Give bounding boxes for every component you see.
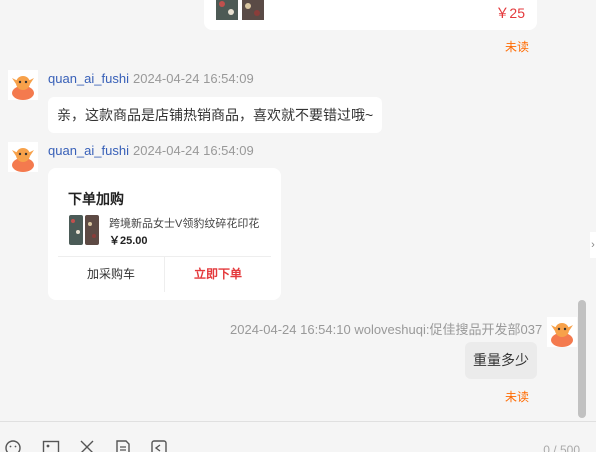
- product-price: ￥25.00: [109, 235, 148, 247]
- add-to-cart-button[interactable]: 加采购车: [58, 257, 164, 292]
- chevron-right-icon[interactable]: ›: [590, 232, 596, 258]
- order-card: 下单加购 跨境新品女士V领豹纹碎花印花 ￥25.00 加采购车 立即下单: [48, 168, 281, 300]
- message-meta: 2024-04-24 16:54:10 woloveshuqi:促佳搜品开发部0…: [230, 322, 543, 337]
- composer-toolbar: 0 / 500: [0, 421, 596, 452]
- product-thumbnail: [216, 0, 264, 20]
- history-icon[interactable]: [150, 439, 168, 452]
- message-time: 2024-04-24 16:54:09: [133, 143, 254, 158]
- buy-now-button[interactable]: 立即下单: [165, 257, 271, 292]
- unread-status: 未读: [505, 40, 530, 54]
- product-card-top[interactable]: ￥25: [204, 0, 537, 30]
- message-time: 2024-04-24 16:54:09: [133, 71, 254, 86]
- scissors-icon[interactable]: [78, 439, 96, 452]
- unread-status: 未读: [505, 390, 530, 404]
- shop-avatar[interactable]: [8, 70, 38, 100]
- shop-avatar[interactable]: [8, 142, 38, 172]
- message-bubble: 亲，这款商品是店铺热销商品，喜欢就不要错过哦~: [48, 97, 383, 133]
- char-counter: 0 / 500: [543, 443, 580, 452]
- product-name[interactable]: 跨境新品女士V领豹纹碎花印花: [109, 215, 259, 231]
- message-bubble-self: 重量多少: [465, 342, 537, 379]
- product-price: ￥25: [495, 5, 525, 21]
- user-avatar[interactable]: [547, 317, 577, 347]
- order-card-title: 下单加购: [68, 191, 124, 207]
- sender-name[interactable]: quan_ai_fushi: [48, 71, 129, 86]
- sender-name[interactable]: quan_ai_fushi: [48, 143, 129, 158]
- product-image[interactable]: [68, 214, 100, 246]
- image-icon[interactable]: [42, 439, 60, 452]
- scrollbar[interactable]: [578, 300, 586, 418]
- chat-message-list: ￥25 未读 quan_ai_fushi 2024-04-24 16:54:09…: [0, 0, 590, 420]
- order-doc-icon[interactable]: [114, 439, 132, 452]
- emoji-icon[interactable]: [4, 439, 22, 452]
